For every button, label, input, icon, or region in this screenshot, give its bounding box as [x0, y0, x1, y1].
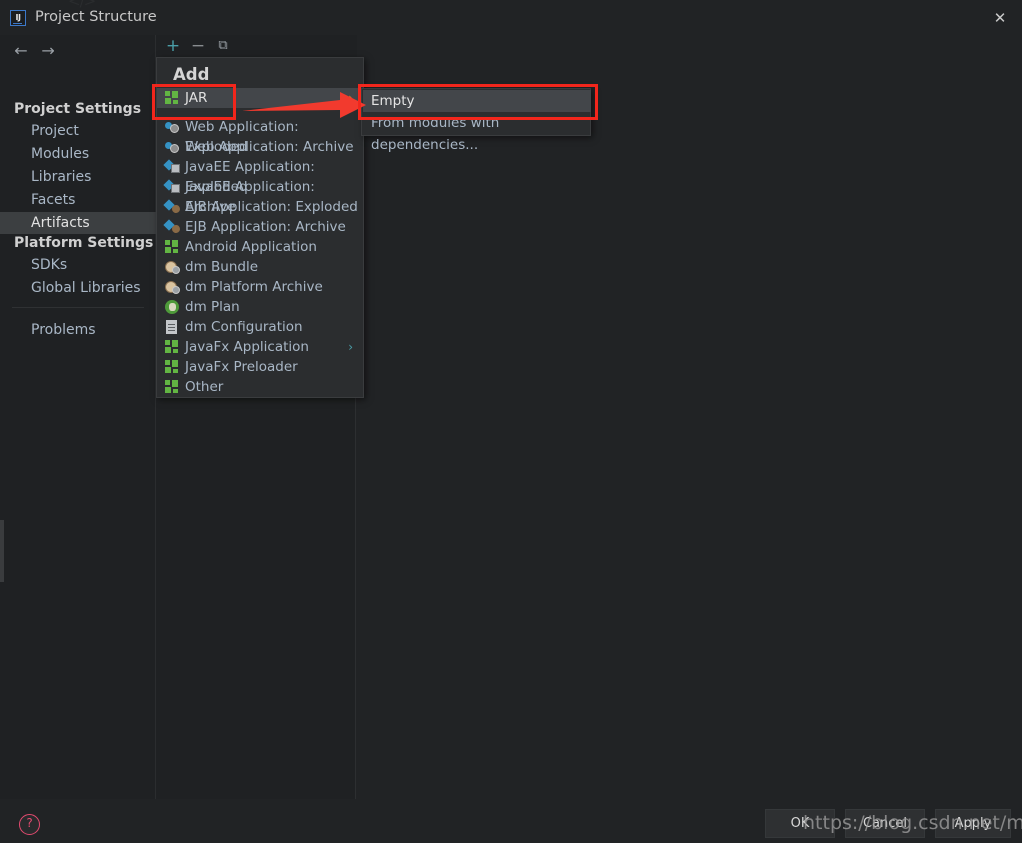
web-app-icon: [165, 120, 179, 134]
menu-item-javafx-application[interactable]: JavaFx Application ›: [157, 337, 363, 357]
javafx-preloader-icon: [165, 360, 179, 374]
javaee-app-icon: [163, 159, 180, 174]
menu-item-ejb-application-archive[interactable]: EJB Application: Archive: [157, 217, 363, 237]
menu-item-label: Other: [185, 379, 224, 395]
project-structure-dialog: </> IJ Project Structure ✕ ← → Project S…: [0, 0, 1022, 843]
intellij-idea-logo-icon: IJ: [10, 10, 26, 26]
ejb-app-icon: [163, 199, 182, 215]
sidebar-group-project-settings: Project Settings: [14, 101, 142, 117]
jar-submenu: Empty From modules with dependencies...: [361, 88, 591, 153]
menu-item-label: dm Bundle: [185, 259, 259, 275]
menu-item-web-application-archive[interactable]: Web Application: Archive: [157, 137, 363, 157]
window-title: Project Structure: [35, 9, 157, 25]
dm-plan-icon: [165, 300, 179, 314]
android-app-icon: [165, 240, 179, 254]
ok-button[interactable]: OK: [765, 809, 835, 838]
sidebar-item-libraries[interactable]: Libraries: [0, 166, 156, 188]
sidebar-item-project[interactable]: Project: [0, 120, 156, 142]
sidebar-group-platform-settings: Platform Settings: [14, 235, 154, 251]
menu-item-web-application-exploded[interactable]: Web Application: Exploded: [157, 117, 363, 155]
menu-item-javaee-application-archive[interactable]: JavaEE Application: Archive: [157, 177, 363, 215]
submenu-item-empty[interactable]: Empty: [363, 90, 591, 112]
other-icon: [165, 380, 179, 394]
menu-item-label: JAR: [185, 90, 208, 106]
jar-icon: [165, 91, 179, 105]
sidebar-item-facets[interactable]: Facets: [0, 189, 156, 211]
menu-item-dm-configuration[interactable]: dm Configuration: [157, 317, 363, 337]
javafx-app-icon: [165, 340, 179, 354]
menu-item-javaee-application-exploded[interactable]: JavaEE Application: Exploded: [157, 157, 363, 195]
arrow-right-icon[interactable]: →: [37, 41, 59, 61]
arrow-left-icon[interactable]: ←: [10, 41, 32, 61]
menu-item-label: dm Plan: [185, 299, 240, 315]
menu-item-android-application[interactable]: Android Application: [157, 237, 363, 257]
dm-bundle-icon: [165, 260, 180, 274]
menu-item-label: Android Application: [185, 239, 317, 255]
menu-item-javafx-preloader[interactable]: JavaFx Preloader: [157, 357, 363, 377]
menu-item-other[interactable]: Other: [157, 377, 363, 397]
menu-item-label: JavaFx Preloader: [185, 359, 298, 375]
menu-item-dm-bundle[interactable]: dm Bundle: [157, 257, 363, 277]
javaee-app-icon: [163, 179, 180, 194]
menu-item-label: dm Platform Archive: [185, 279, 323, 295]
add-menu-title: Add: [173, 65, 210, 84]
chevron-right-icon: ›: [348, 340, 353, 354]
title-bar: </> IJ Project Structure ✕: [0, 0, 1022, 35]
copy-icon[interactable]: ⧉: [213, 36, 233, 56]
sidebar-item-modules[interactable]: Modules: [0, 143, 156, 165]
minus-icon[interactable]: −: [188, 36, 208, 56]
help-circle-icon[interactable]: ?: [19, 814, 40, 835]
sidebar-item-sdks[interactable]: SDKs: [0, 254, 156, 276]
menu-item-label: EJB Application: Archive: [185, 219, 346, 235]
sidebar-item-global-libraries[interactable]: Global Libraries: [0, 277, 156, 299]
menu-item-label: Web Application: Archive: [185, 139, 354, 155]
sidebar-divider: [12, 307, 144, 308]
plus-icon[interactable]: +: [163, 36, 183, 56]
artifacts-toolbar: [156, 35, 357, 58]
submenu-item-from-modules[interactable]: From modules with dependencies...: [363, 112, 591, 153]
sidebar-item-artifacts[interactable]: Artifacts: [0, 212, 156, 234]
menu-item-label: JavaFx Application: [185, 339, 309, 355]
dm-platform-icon: [165, 280, 180, 294]
menu-item-jar[interactable]: JAR ›: [157, 88, 363, 108]
nav-arrows: ← →: [10, 41, 59, 61]
sidebar: ← → Project Settings Project Modules Lib…: [0, 35, 156, 799]
menu-item-label: EJB Application: Exploded: [185, 199, 358, 215]
scrollbar-thumb[interactable]: [0, 520, 4, 582]
menu-item-label: dm Configuration: [185, 319, 303, 335]
close-icon[interactable]: ✕: [986, 7, 1014, 29]
ejb-app-icon: [163, 219, 182, 235]
sidebar-item-problems[interactable]: Problems: [0, 319, 156, 341]
menu-item-ejb-application-exploded[interactable]: EJB Application: Exploded: [157, 197, 363, 217]
cancel-button[interactable]: Cancel: [845, 809, 925, 838]
apply-button[interactable]: Apply: [935, 809, 1011, 838]
web-app-icon: [165, 140, 179, 154]
chevron-right-icon: ›: [348, 91, 353, 105]
dm-config-icon: [165, 320, 179, 334]
menu-item-dm-platform-archive[interactable]: dm Platform Archive: [157, 277, 363, 297]
menu-item-dm-plan[interactable]: dm Plan: [157, 297, 363, 317]
